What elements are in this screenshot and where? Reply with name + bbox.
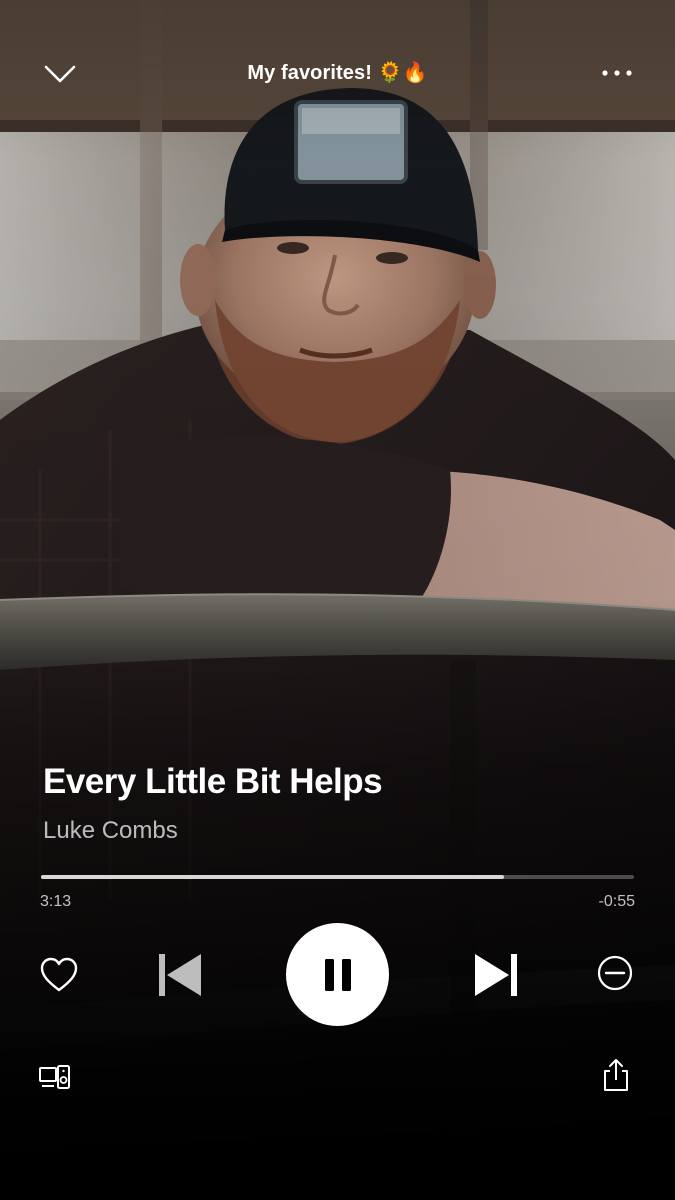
now-playing-screen: My favorites! 🌻🔥 Every Little Bit Helps … [0,0,675,1200]
progress-bar[interactable] [41,874,634,880]
like-button[interactable] [38,954,80,996]
heart-icon [40,957,78,992]
track-artist[interactable]: Luke Combs [43,817,178,845]
pause-button[interactable] [286,923,389,1026]
previous-track-button[interactable] [155,951,207,999]
remaining-time: -0:55 [598,893,635,910]
connect-devices-button[interactable] [38,1063,72,1093]
pause-icon [324,958,351,991]
share-icon [604,1059,628,1091]
elapsed-time: 3:13 [40,893,72,910]
track-title[interactable]: Every Little Bit Helps [43,762,383,802]
devices-icon [39,1065,70,1089]
hide-song-button[interactable] [595,953,635,993]
progress-fill [41,875,504,879]
skip-previous-icon [159,954,201,996]
next-track-button[interactable] [469,951,521,999]
skip-next-icon [475,954,517,996]
more-options-button[interactable] [597,58,637,88]
player-header: My favorites! 🌻🔥 [0,48,675,100]
playlist-title: My favorites! 🌻🔥 [247,62,428,84]
share-button[interactable] [602,1058,630,1092]
minus-circle-icon [597,955,633,991]
more-horizontal-icon [602,70,632,76]
